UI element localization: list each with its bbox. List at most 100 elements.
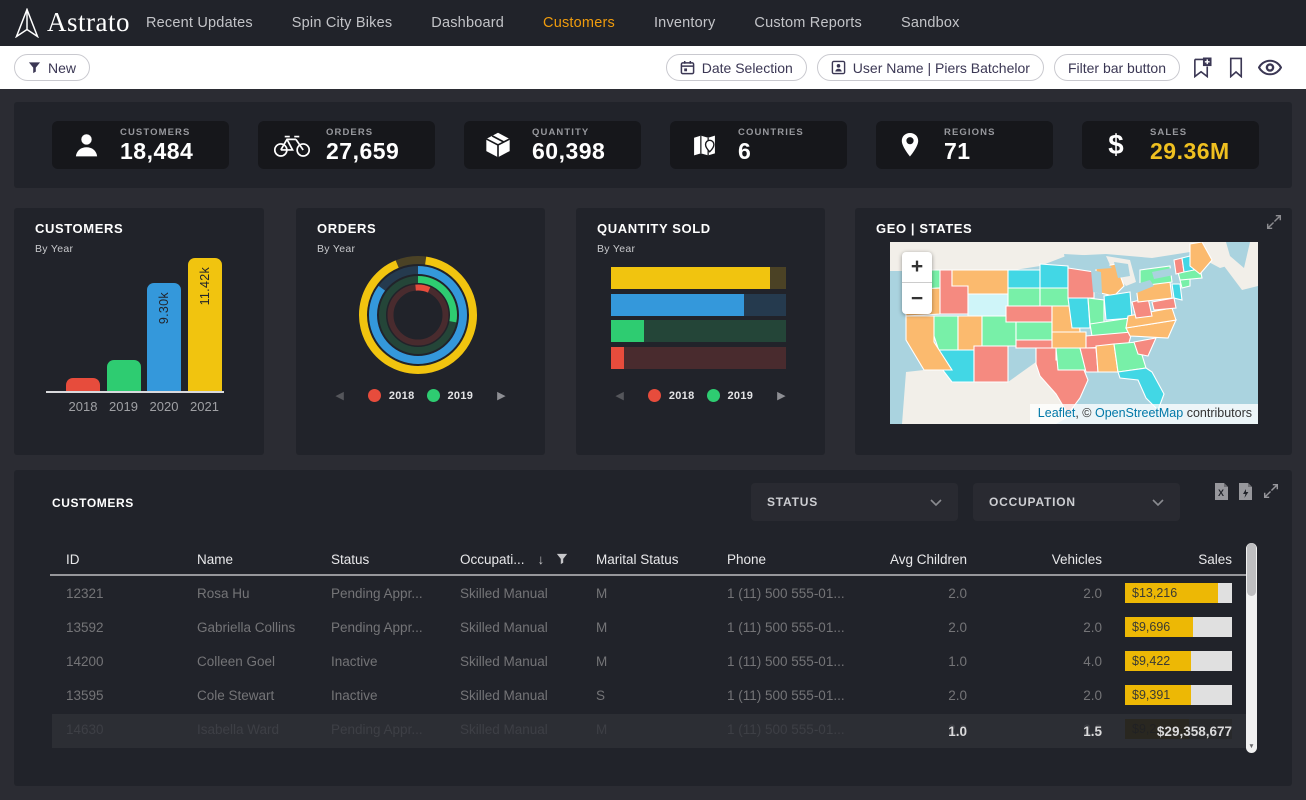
cell-id: 12321 [66, 586, 197, 601]
bar-2019[interactable] [107, 360, 141, 391]
column-header-vehicles[interactable]: Vehicles [967, 552, 1102, 567]
osm-link[interactable]: OpenStreetMap [1095, 406, 1183, 420]
nav-item-recent-updates[interactable]: Recent Updates [146, 15, 253, 31]
cell-phone: 1 (11) 500 555-01... [727, 620, 852, 635]
cell-name: Gabriella Collins [197, 620, 331, 635]
legend-prev-arrow[interactable]: ◀ [335, 389, 343, 402]
nav-item-spin-city-bikes[interactable]: Spin City Bikes [292, 15, 393, 31]
nav-item-customers[interactable]: Customers [543, 15, 615, 31]
kpi-label: ORDERS [326, 127, 399, 138]
new-filter-button[interactable]: New [14, 54, 90, 81]
occupation-filter-dropdown[interactable]: OCCUPATION [973, 483, 1180, 521]
toolbar-button-date-selection[interactable]: Date Selection [666, 54, 807, 81]
legend-item-2019[interactable]: 2019 [707, 389, 754, 402]
scrollbar-thumb[interactable] [1247, 543, 1256, 596]
person-icon [52, 131, 120, 160]
bicycle-icon [258, 133, 326, 158]
bookmark-icon[interactable] [1224, 54, 1248, 81]
quantity-bar-2019[interactable] [611, 320, 786, 342]
cell-avg-children: 1.0 [852, 654, 967, 669]
nav-item-custom-reports[interactable]: Custom Reports [754, 15, 862, 31]
table-row-13592[interactable]: 13592Gabriella CollinsPending Appr...Ski… [66, 610, 1232, 644]
state-WI [1068, 268, 1094, 298]
nav-menu: Recent Updates Spin City Bikes Dashboard Cu… [146, 0, 960, 46]
state-KS [1016, 322, 1052, 340]
table-totals-row: 1.0 1.5 $29,358,677 [52, 714, 1246, 748]
column-header-avg-children[interactable]: Avg Children [852, 552, 967, 567]
nav-item-dashboard[interactable]: Dashboard [431, 15, 504, 31]
state-IA [1040, 288, 1070, 306]
bookmark-add-icon[interactable] [1190, 54, 1214, 81]
quantity-legend: ◀ 2018 2019 ▶ [576, 389, 825, 402]
column-header-name[interactable]: Name [197, 552, 331, 567]
table-expand-icon[interactable] [1262, 482, 1280, 505]
cell-occupation: Skilled Manual [460, 586, 596, 601]
toolbar-button-user-name-piers-batchelo[interactable]: User Name | Piers Batchelor [817, 54, 1044, 81]
bar-2021[interactable]: 11.42k [188, 258, 222, 391]
legend-item-2018[interactable]: 2018 [648, 389, 695, 402]
cell-name: Cole Stewart [197, 688, 331, 703]
export-xlsx-icon[interactable]: X [1214, 483, 1229, 505]
cell-occupation: Skilled Manual [460, 688, 596, 703]
column-header-phone[interactable]: Phone [727, 552, 852, 567]
status-filter-dropdown[interactable]: STATUS [751, 483, 958, 521]
map-zoom-out-button[interactable]: − [902, 283, 932, 314]
column-header-id[interactable]: ID [66, 552, 197, 567]
quantity-bar-2020[interactable] [611, 294, 786, 316]
sort-desc-icon[interactable]: ↓ [538, 552, 545, 567]
filter-icon[interactable] [556, 553, 568, 565]
eye-icon[interactable] [1258, 54, 1282, 81]
state-NJ [1172, 284, 1182, 300]
nav-item-inventory[interactable]: Inventory [654, 15, 715, 31]
cell-id: 13592 [66, 620, 197, 635]
column-header-marital-status[interactable]: Marital Status [596, 552, 727, 567]
legend-prev-arrow[interactable]: ◀ [615, 389, 623, 402]
expand-icon[interactable] [1265, 213, 1283, 236]
map-attribution: Leaflet, © OpenStreetMap contributors [1030, 404, 1258, 424]
column-header-sales[interactable]: Sales [1102, 552, 1232, 567]
table-row-13595[interactable]: 13595Cole StewartInactiveSkilled ManualS… [66, 678, 1232, 712]
legend-item-2018[interactable]: 2018 [368, 389, 415, 402]
state-MN [1040, 264, 1068, 288]
cell-vehicles: 2.0 [967, 620, 1102, 635]
legend-next-arrow[interactable]: ▶ [497, 389, 505, 402]
column-header-occupati-[interactable]: Occupati...↓ [460, 552, 596, 567]
cell-marital: M [596, 586, 727, 601]
legend-next-arrow[interactable]: ▶ [777, 389, 785, 402]
column-header-status[interactable]: Status [331, 552, 460, 567]
toolbar-button-label: Date Selection [702, 60, 793, 76]
export-doc-icon[interactable] [1238, 483, 1253, 505]
kpi-value: 18,484 [120, 140, 193, 163]
map-card-geo: GEO | STATES + − Leaflet, © OpenStreetMa… [855, 208, 1292, 455]
svg-text:$: $ [1108, 130, 1123, 160]
kpi-bar: CUSTOMERS18,484ORDERS27,659QUANTITY60,39… [14, 102, 1292, 188]
new-button-label: New [48, 60, 76, 76]
table-row-12321[interactable]: 12321Rosa HuPending Appr...Skilled Manua… [66, 576, 1232, 610]
quantity-bar-2021[interactable] [611, 267, 786, 289]
chart-card-customers: CUSTOMERS By Year 201820199.30k202011.42… [14, 208, 264, 455]
bar-2018[interactable] [66, 378, 100, 391]
bar-2020[interactable]: 9.30k [147, 283, 181, 391]
map-zoom-in-button[interactable]: + [902, 252, 932, 283]
legend-item-2019[interactable]: 2019 [427, 389, 474, 402]
totals-vehicles: 1.5 [967, 724, 1102, 739]
state-SC [1134, 338, 1156, 356]
cell-sales: $13,216 [1102, 583, 1232, 603]
nav-item-sandbox[interactable]: Sandbox [901, 15, 960, 31]
scrollbar-down-arrow[interactable]: ▼ [1246, 743, 1257, 750]
brand-logo[interactable]: Astrato [14, 7, 130, 38]
us-choropleth-map[interactable]: + − Leaflet, © OpenStreetMap contributor… [890, 242, 1258, 424]
table-action-icons: X [1214, 482, 1280, 505]
leaflet-link[interactable]: Leaflet [1038, 406, 1076, 420]
kpi-label: CUSTOMERS [120, 127, 193, 138]
quantity-bar-fill [611, 267, 770, 289]
table-row-14200[interactable]: 14200Colleen GoelInactiveSkilled ManualM… [66, 644, 1232, 678]
totals-avg-children: 1.0 [852, 724, 967, 739]
cell-status: Inactive [331, 654, 460, 669]
quantity-bar-2018[interactable] [611, 347, 786, 369]
orders-legend: ◀ 2018 2019 ▶ [296, 389, 545, 402]
kpi-card-orders: ORDERS27,659 [258, 121, 435, 169]
legend-label: 2018 [389, 390, 415, 402]
toolbar-button-filter-bar-button[interactable]: Filter bar button [1054, 54, 1180, 81]
table-scrollbar[interactable]: ▲ ▼ [1246, 543, 1257, 753]
